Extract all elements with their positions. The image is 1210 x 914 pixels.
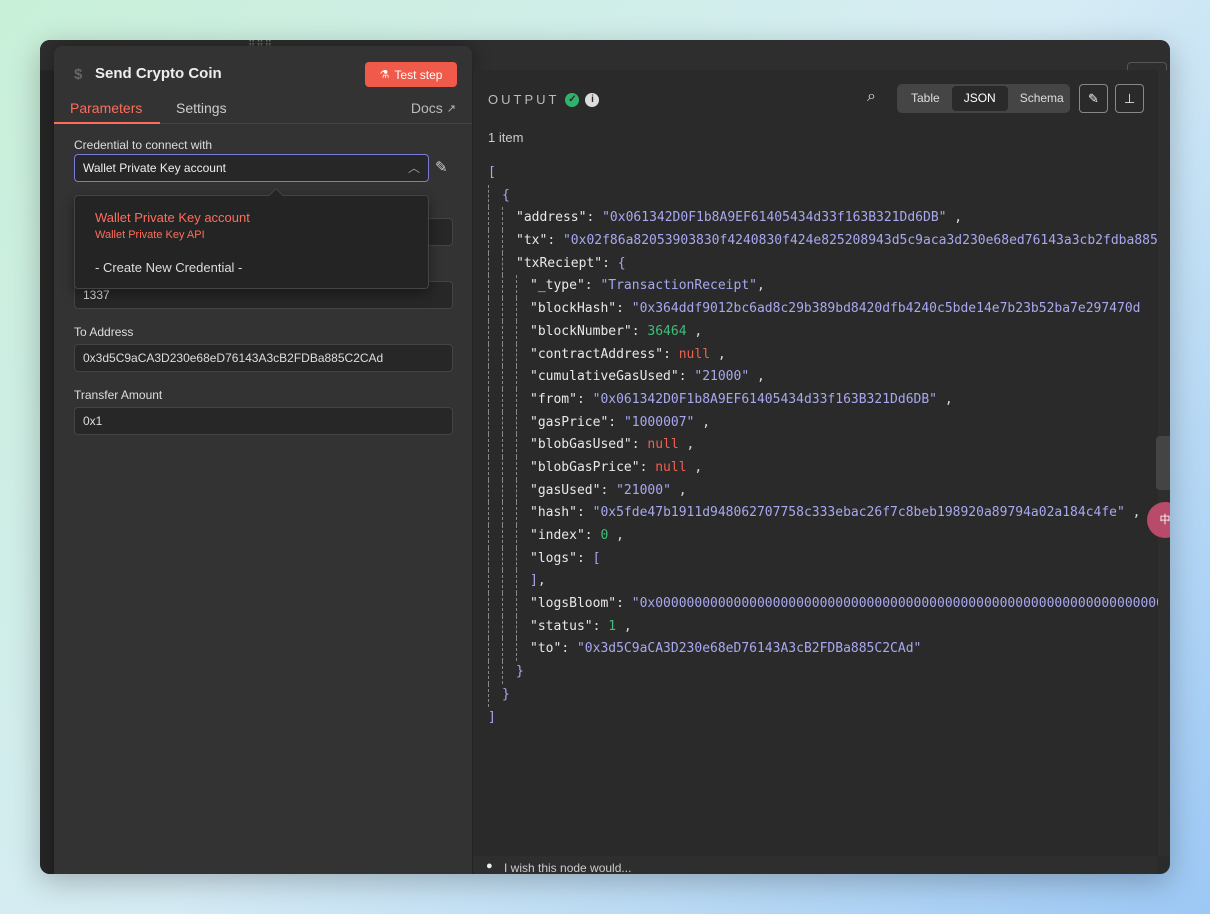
external-link-icon: ↗ [446, 102, 456, 115]
lightbulb-icon: ● [486, 860, 493, 872]
json-line-hash: "hash": "0x5fde47b1911d948062707758c333e… [488, 502, 1158, 525]
json-viewer[interactable]: [ { "address": "0x061342D0F1b8A9EF614054… [488, 162, 1158, 822]
json-line-to: "to": "0x3d5C9aCA3D230e68eD76143A3cB2FDB… [488, 638, 1158, 662]
credential-value: Wallet Private Key account [83, 161, 226, 175]
json-bracket: [ [488, 165, 496, 180]
docs-label: Docs [410, 100, 443, 116]
test-step-button[interactable]: ⚗ Test step [365, 62, 457, 87]
active-tab-underline [54, 122, 160, 124]
feedback-text: I wish this node would... [504, 861, 632, 874]
success-check-icon: ✓ [565, 92, 580, 107]
dollar-icon: $ [74, 66, 83, 83]
chain-id-value: 1337 [83, 288, 110, 302]
output-panel: OUTPUT ✓ i ⌕ Table JSON Schema ✎ ⊥ 1 ite… [473, 70, 1158, 856]
credential-select[interactable]: Wallet Private Key account ︿ [74, 154, 429, 182]
json-line-index: "index": 0 , [488, 525, 1158, 548]
view-table-button[interactable]: Table [899, 86, 952, 111]
json-line-status: "status": 1 , [488, 615, 1158, 639]
transfer-amount-label: Transfer Amount [74, 388, 163, 402]
json-line-logsbloom: "logsBloom": "0x000000000000000000000000… [488, 593, 1158, 616]
json-line-gasused: "gasUsed": "21000" , [488, 479, 1158, 503]
panel-tabs: Parameters Settings Docs ↗ [54, 94, 472, 124]
output-title: OUTPUT [488, 92, 560, 107]
dropdown-item-subtitle: Wallet Private Key API [95, 229, 205, 241]
item-count: 1 item [488, 130, 524, 145]
json-line-logs-close: ], [488, 570, 1158, 594]
json-line-gasprice: "gasPrice": "1000007" , [488, 411, 1158, 435]
json-line-blockhash: "blockHash": "0x364ddf9012bc6ad8c29b389b… [488, 298, 1158, 321]
flask-icon: ⚗ [379, 69, 390, 81]
dropdown-item-wallet-account[interactable]: Wallet Private Key account [95, 210, 250, 225]
json-line-type: "_type": "TransactionReceipt", [488, 275, 1158, 299]
create-credential-option[interactable]: - Create New Credential - [95, 260, 242, 275]
json-line-cumulativegasused: "cumulativeGasUsed": "21000" , [488, 366, 1158, 389]
json-line-blobgasused: "blobGasUsed": null , [488, 434, 1158, 457]
search-icon[interactable]: ⌕ [867, 88, 876, 106]
feedback-bar[interactable]: ● I wish this node would... [473, 856, 1158, 874]
docs-link[interactable]: Docs ↗ [411, 100, 456, 116]
json-line-blobgasprice: "blobGasPrice": null , [488, 456, 1158, 480]
side-panel-handle[interactable] [1156, 436, 1170, 490]
view-toggle: Table JSON Schema [897, 84, 1070, 113]
json-line-from: "from": "0x061342D0F1b8A9EF61405434d33f1… [488, 388, 1158, 412]
test-step-label: Test step [394, 67, 443, 82]
parameters-panel: $ Send Crypto Coin ⚗ Test step Parameter… [54, 46, 472, 874]
credential-dropdown: Wallet Private Key account Wallet Privat… [74, 187, 429, 289]
json-line-logs: "logs": [ [488, 547, 1158, 571]
node-title[interactable]: Send Crypto Coin [95, 65, 222, 82]
to-address-value: 0x3d5C9aCA3D230e68eD76143A3cB2FDBa885C2C… [83, 351, 384, 365]
tab-settings[interactable]: Settings [176, 100, 227, 116]
canvas-edge [40, 70, 54, 874]
json-line-txreciept: "txReciept": { [488, 252, 1158, 276]
transfer-amount-input[interactable]: 0x1 [74, 407, 453, 435]
tab-parameters[interactable]: Parameters [70, 100, 142, 116]
app-window: ⠿⠿⠿ $ Send Crypto Coin ⚗ Test step Param… [40, 40, 1170, 874]
pin-output-button[interactable]: ⊥ [1115, 84, 1144, 113]
info-icon[interactable]: i [585, 92, 600, 107]
to-address-label: To Address [74, 325, 134, 339]
chevron-up-icon: ︿ [407, 161, 420, 175]
json-brace: { [502, 187, 510, 203]
pin-icon: ⊥ [1123, 91, 1136, 106]
credential-label: Credential to connect with [74, 138, 213, 152]
dropdown-pointer [268, 187, 284, 203]
json-line-blocknumber: "blockNumber": 36464 , [488, 320, 1158, 344]
json-line-address: "address": "0x061342D0F1b8A9EF61405434d3… [488, 207, 1158, 231]
view-json-button[interactable]: JSON [951, 86, 1008, 111]
json-line-contractaddress: "contractAddress": null , [488, 343, 1158, 367]
to-address-input[interactable]: 0x3d5C9aCA3D230e68eD76143A3cB2FDBa885C2C… [74, 344, 453, 372]
pencil-icon: ✎ [1088, 91, 1099, 106]
output-header: OUTPUT ✓ i [488, 92, 600, 107]
edit-output-button[interactable]: ✎ [1079, 84, 1108, 113]
edit-credential-icon[interactable]: ✎ [435, 158, 448, 176]
transfer-amount-value: 0x1 [83, 414, 103, 428]
view-schema-button[interactable]: Schema [1008, 86, 1076, 111]
json-line-tx: "tx": "0x02f86a82053903830f4240830f424e8… [488, 230, 1158, 253]
panel-header: $ Send Crypto Coin ⚗ Test step Parameter… [54, 46, 472, 124]
